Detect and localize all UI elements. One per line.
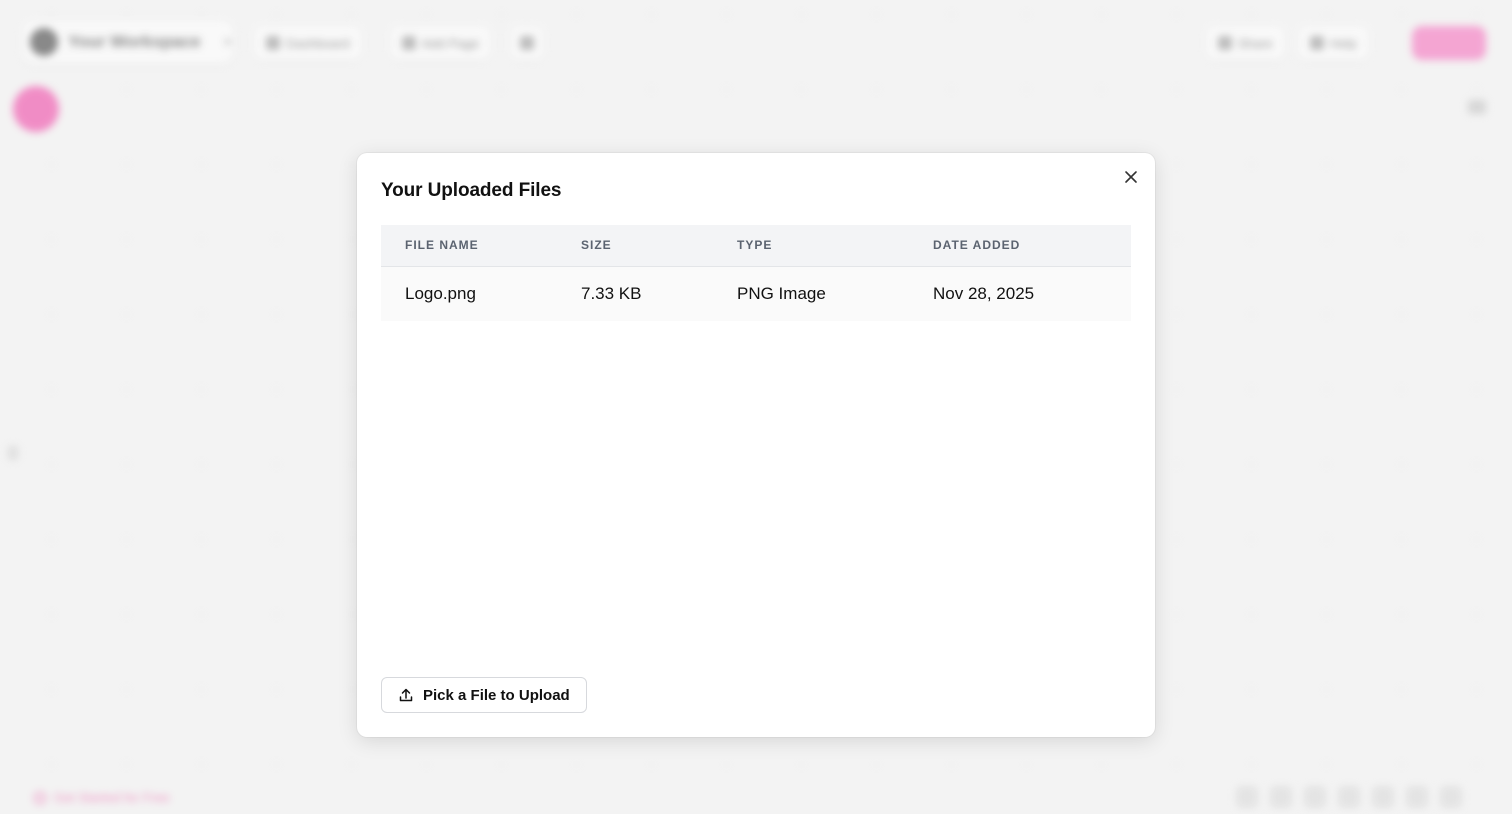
file-type-cell: PNG Image [737, 283, 826, 303]
file-size-cell: 7.33 KB [581, 283, 642, 303]
upload-file-button[interactable]: Pick a File to Upload [381, 677, 587, 713]
files-table: FILE NAME SIZE TYPE DATE ADDED Logo.png … [381, 225, 1131, 321]
close-icon [1125, 171, 1137, 183]
upload-button-label: Pick a File to Upload [423, 686, 570, 704]
file-date-cell: Nov 28, 2025 [933, 283, 1035, 303]
column-header-date-added[interactable]: DATE ADDED [909, 225, 1131, 266]
upload-icon [399, 688, 413, 702]
table-row[interactable]: Logo.png 7.33 KB PNG Image Nov 28, 2025 [381, 266, 1131, 321]
column-header-file-name[interactable]: FILE NAME [381, 225, 557, 266]
dialog-title: Your Uploaded Files [381, 180, 562, 201]
table-header-row: FILE NAME SIZE TYPE DATE ADDED [381, 225, 1131, 266]
uploaded-files-dialog: Your Uploaded Files FILE NAME SIZE TYPE … [357, 153, 1155, 737]
file-name-cell: Logo.png [405, 283, 476, 303]
close-button[interactable] [1119, 165, 1143, 189]
column-header-size[interactable]: SIZE [557, 225, 713, 266]
column-header-type[interactable]: TYPE [713, 225, 909, 266]
